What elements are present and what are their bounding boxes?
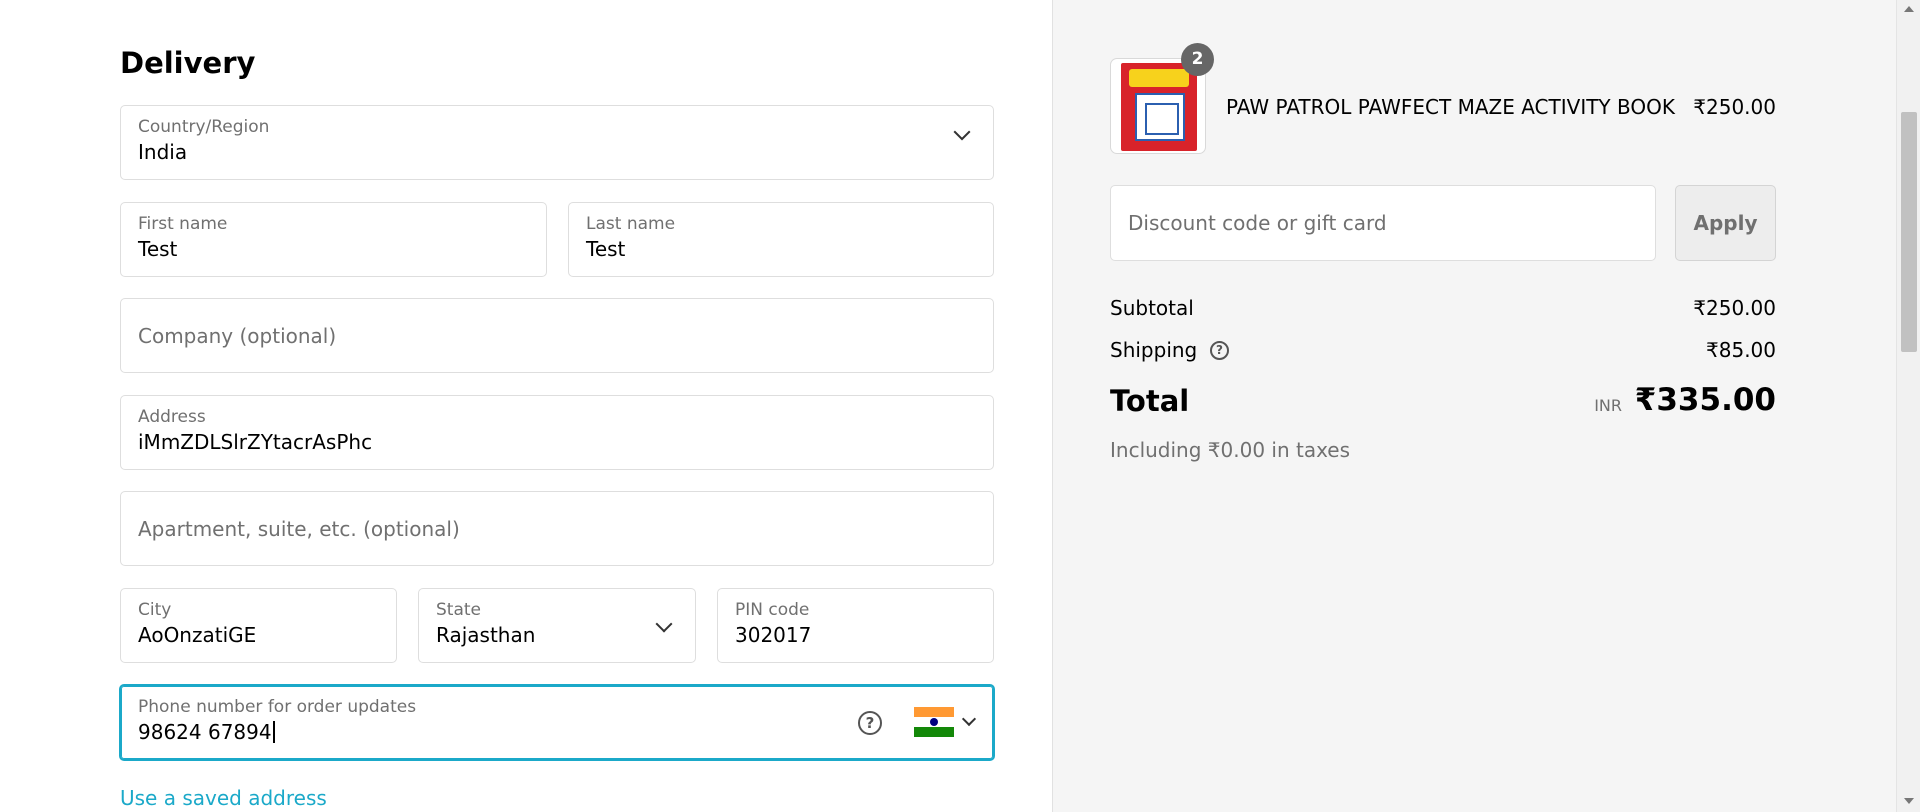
country-label: Country/Region (138, 117, 270, 137)
country-value: India (138, 140, 188, 164)
address-field[interactable]: Address iMmZDLSlrZYtacrAsPhc (120, 395, 994, 470)
apartment-placeholder: Apartment, suite, etc. (optional) (138, 516, 460, 541)
phone-label: Phone number for order updates (138, 697, 417, 717)
currency-code: INR (1594, 396, 1622, 415)
shipping-label: Shipping (1110, 338, 1198, 362)
pin-code-value: 302017 (735, 623, 812, 647)
country-select[interactable]: Country/Region India (120, 105, 994, 180)
shipping-value: ₹85.00 (1706, 338, 1776, 362)
apply-button[interactable]: Apply (1675, 185, 1776, 261)
first-name-field[interactable]: First name Test (120, 202, 547, 277)
product-price: ₹250.00 (1693, 95, 1776, 119)
pin-code-field[interactable]: PIN code 302017 (717, 588, 994, 663)
city-value: AoOnzatiGE (138, 623, 257, 647)
delivery-heading: Delivery (120, 46, 256, 80)
company-field[interactable]: Company (optional) (120, 298, 994, 373)
total-label: Total (1110, 384, 1190, 418)
city-label: City (138, 600, 172, 620)
scroll-down-icon[interactable] (1904, 798, 1914, 804)
address-label: Address (138, 407, 206, 427)
chevron-down-icon (953, 123, 971, 141)
last-name-label: Last name (586, 214, 676, 234)
first-name-label: First name (138, 214, 228, 234)
state-label: State (436, 600, 481, 620)
discount-field[interactable] (1110, 185, 1656, 261)
shipping-row: Shipping ? ₹85.00 (1110, 338, 1776, 362)
product-name: PAW PATROL PAWFECT MAZE ACTIVITY BOOK (1226, 95, 1675, 119)
state-value: Rajasthan (436, 623, 536, 647)
text-cursor (272, 721, 275, 743)
scrollbar[interactable] (1896, 0, 1920, 812)
last-name-value: Test (586, 237, 626, 261)
quantity-badge: 2 (1181, 43, 1214, 76)
india-flag-icon[interactable] (914, 707, 954, 737)
pin-code-label: PIN code (735, 600, 810, 620)
scroll-up-icon[interactable] (1904, 6, 1914, 12)
subtotal-label: Subtotal (1110, 296, 1194, 320)
phone-value: 98624 67894 (138, 720, 272, 744)
company-placeholder: Company (optional) (138, 323, 337, 348)
delivery-panel: Delivery Country/Region India First name… (0, 0, 1052, 812)
scrollbar-thumb[interactable] (1901, 112, 1917, 352)
state-select[interactable]: State Rajasthan (418, 588, 696, 663)
phone-value-wrap: 98624 67894 (138, 720, 275, 744)
apartment-field[interactable]: Apartment, suite, etc. (optional) (120, 491, 994, 566)
address-value: iMmZDLSlrZYtacrAsPhc (138, 430, 373, 454)
last-name-field[interactable]: Last name Test (568, 202, 994, 277)
first-name-value: Test (138, 237, 178, 261)
question-circle-icon[interactable]: ? (858, 711, 882, 735)
use-saved-address-link[interactable]: Use a saved address (120, 786, 327, 810)
city-field[interactable]: City AoOnzatiGE (120, 588, 397, 663)
discount-input[interactable] (1111, 186, 1655, 260)
subtotal-value: ₹250.00 (1693, 296, 1776, 320)
taxes-note: Including ₹0.00 in taxes (1110, 438, 1351, 462)
question-circle-icon[interactable]: ? (1210, 341, 1229, 360)
subtotal-row: Subtotal ₹250.00 (1110, 296, 1776, 320)
total-value: ₹335.00 (1634, 382, 1776, 418)
book-cover-image (1121, 63, 1197, 151)
